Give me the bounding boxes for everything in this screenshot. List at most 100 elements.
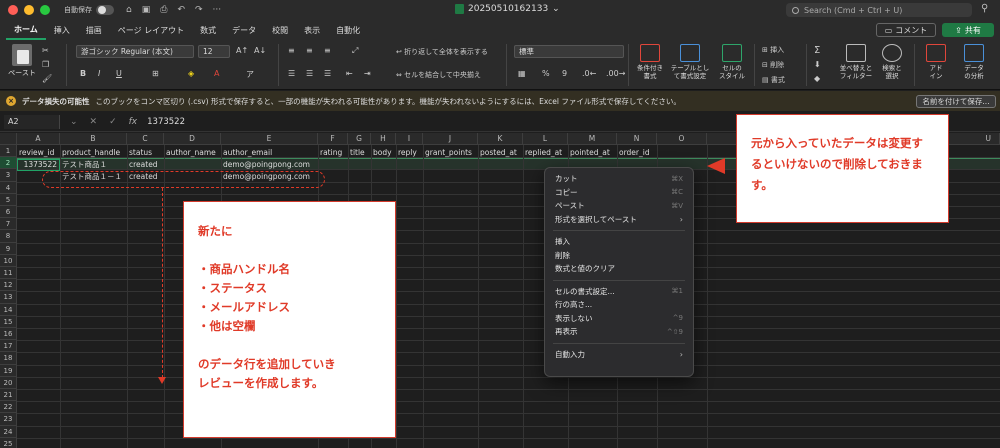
cell-C1[interactable]: status (127, 147, 152, 159)
context-menu-item[interactable]: 挿入 (545, 235, 693, 249)
increase-font-icon[interactable]: A↑ (236, 46, 248, 55)
copy-icon[interactable]: ❐ (42, 60, 49, 69)
more-icon[interactable]: ··· (213, 5, 222, 15)
align-top-icon[interactable]: ≡ (288, 46, 295, 55)
cell-G1[interactable]: title (348, 147, 365, 159)
chevron-down-icon[interactable]: ⌄ (552, 4, 560, 14)
row-header-13[interactable]: 13 (0, 291, 17, 304)
autosave-toggle[interactable] (96, 5, 114, 15)
underline-icon[interactable]: U (116, 69, 122, 78)
tab-data[interactable]: データ (224, 20, 264, 40)
cell-D1[interactable]: author_name (164, 147, 216, 159)
row-header-17[interactable]: 17 (0, 340, 17, 353)
insert-cells-button[interactable]: ⊞ 挿入 (762, 45, 784, 55)
select-all-corner[interactable] (0, 133, 17, 145)
delete-cells-button[interactable]: ⊟ 削除 (762, 60, 784, 70)
account-icon[interactable]: ⚲ (981, 3, 988, 14)
chevron-down-icon[interactable]: ⌄ (70, 117, 78, 127)
column-header-J[interactable]: J (423, 133, 478, 145)
conditional-format-button[interactable]: 条件付き 書式 (630, 44, 670, 80)
column-header-A[interactable]: A (17, 133, 60, 145)
addins-button[interactable]: アド イン (916, 44, 956, 80)
paste-button[interactable]: ペースト (6, 44, 38, 78)
format-cells-button[interactable]: ▤ 書式 (762, 75, 785, 85)
cell-F1[interactable]: rating (318, 147, 342, 159)
format-as-table-button[interactable]: テーブルとして書式設定 (668, 44, 712, 80)
cut-icon[interactable]: ✂ (42, 46, 49, 55)
column-header-B[interactable]: B (60, 133, 127, 145)
context-menu-item[interactable]: 表示しない ^9 (545, 312, 693, 326)
minimize-window-button[interactable] (24, 5, 34, 15)
cell-A2-active[interactable]: 1373522 (17, 159, 60, 171)
increase-decimal-icon[interactable]: .0← (582, 69, 596, 78)
bold-icon[interactable]: B (80, 69, 86, 78)
align-middle-icon[interactable]: ≡ (306, 46, 313, 55)
row-header-5[interactable]: 5 (0, 193, 17, 206)
cell-B2[interactable]: テスト商品１ (60, 159, 107, 171)
cell-E1[interactable]: author_email (221, 147, 272, 159)
context-menu-item[interactable]: 自動入力 › (545, 348, 693, 362)
decrease-indent-icon[interactable]: ⇤ (346, 69, 353, 78)
undo-icon[interactable]: ↶ (177, 5, 185, 15)
autosum-icon[interactable]: Σ (814, 45, 820, 56)
tab-view[interactable]: 表示 (296, 20, 328, 40)
comment-button[interactable]: ▭ コメント (876, 23, 936, 37)
column-header-C[interactable]: C (127, 133, 164, 145)
column-header-O[interactable]: O (657, 133, 707, 145)
column-header-H[interactable]: H (371, 133, 396, 145)
row-header-8[interactable]: 8 (0, 230, 17, 243)
context-menu-item[interactable]: カット ⌘X (545, 172, 693, 186)
font-name-select[interactable]: 游ゴシック Regular (本文) (76, 45, 194, 58)
row-header-12[interactable]: 12 (0, 279, 17, 292)
tab-draw[interactable]: 描画 (78, 20, 110, 40)
row-header-19[interactable]: 19 (0, 364, 17, 377)
decrease-decimal-icon[interactable]: .00→ (606, 69, 625, 78)
analyze-data-button[interactable]: データ の分析 (954, 44, 994, 80)
clear-icon[interactable]: ◆ (814, 74, 820, 83)
tab-home[interactable]: ホーム (6, 20, 46, 40)
find-select-button[interactable]: 検索と 選択 (872, 44, 912, 80)
phonetic-icon[interactable]: ア (246, 69, 254, 80)
align-center-icon[interactable]: ☰ (306, 69, 313, 78)
search-input[interactable]: Search (Cmd + Ctrl + U) (786, 3, 972, 17)
row-header-23[interactable]: 23 (0, 413, 17, 426)
row-header-22[interactable]: 22 (0, 401, 17, 414)
row-header-7[interactable]: 7 (0, 218, 17, 231)
insert-function-icon[interactable]: fx (129, 117, 138, 127)
increase-indent-icon[interactable]: ⇥ (364, 69, 371, 78)
row-header-1[interactable]: 1 (0, 145, 17, 158)
column-header-D[interactable]: D (164, 133, 221, 145)
formula-input[interactable]: 1373522 (147, 117, 185, 127)
row-header-6[interactable]: 6 (0, 206, 17, 219)
row-header-16[interactable]: 16 (0, 328, 17, 341)
cell-L1[interactable]: replied_at (523, 147, 562, 159)
comma-style-icon[interactable]: 9 (562, 69, 567, 78)
number-format-select[interactable]: 標準 (514, 45, 624, 58)
wrap-text-button[interactable]: ↩ 折り返して全体を表示する (396, 47, 488, 57)
context-menu-item[interactable]: コピー ⌘C (545, 186, 693, 200)
save-icon[interactable]: ▣ (142, 5, 151, 15)
context-menu-item[interactable]: セルの書式設定... ⌘1 (545, 285, 693, 299)
cancel-icon[interactable]: ✕ (90, 117, 98, 127)
percent-icon[interactable]: % (542, 69, 550, 78)
format-painter-icon[interactable]: 🖌 (42, 74, 52, 83)
row-header-9[interactable]: 9 (0, 242, 17, 255)
tab-automate[interactable]: 自動化 (328, 20, 368, 40)
row-header-10[interactable]: 10 (0, 254, 17, 267)
zoom-window-button[interactable] (40, 5, 50, 15)
name-box[interactable]: A2 (4, 114, 60, 129)
redo-icon[interactable]: ↷ (195, 5, 203, 15)
fill-color-icon[interactable]: ◈ (188, 69, 194, 78)
cell-N1[interactable]: order_id (617, 147, 650, 159)
font-color-icon[interactable]: A (214, 69, 219, 78)
column-header-L[interactable]: L (523, 133, 568, 145)
italic-icon[interactable]: I (98, 69, 100, 78)
orientation-icon[interactable]: ⤢ (352, 46, 358, 56)
cell-E2[interactable]: demo@poingpong.com (221, 159, 310, 171)
row-header-15[interactable]: 15 (0, 315, 17, 328)
tab-insert[interactable]: 挿入 (46, 20, 78, 40)
row-header-25[interactable]: 25 (0, 437, 17, 448)
border-icon[interactable]: ⊞ (152, 69, 159, 78)
column-header-F[interactable]: F (318, 133, 348, 145)
cell-K1[interactable]: posted_at (478, 147, 517, 159)
